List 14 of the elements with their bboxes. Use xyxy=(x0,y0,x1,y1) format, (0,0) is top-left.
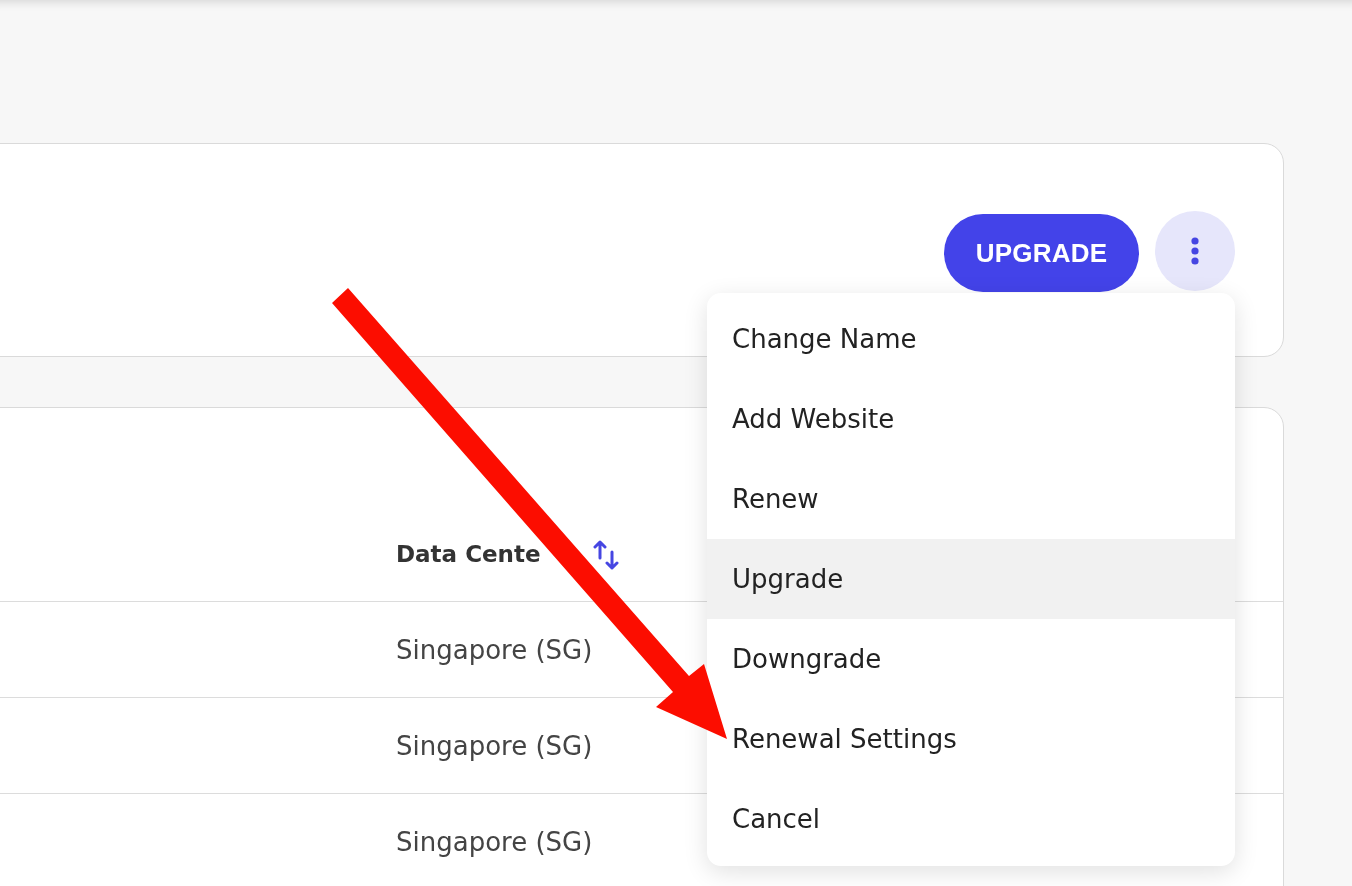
menu-item[interactable]: Add Website xyxy=(707,379,1235,459)
more-icon xyxy=(1191,237,1199,265)
menu-item[interactable]: Renew xyxy=(707,459,1235,539)
sort-icon[interactable] xyxy=(592,538,619,571)
upgrade-button[interactable]: UPGRADE xyxy=(944,214,1139,292)
menu-item[interactable]: Downgrade xyxy=(707,619,1235,699)
table-cell: Singapore (SG) xyxy=(396,730,593,761)
table-cell: Singapore (SG) xyxy=(396,634,593,665)
menu-item[interactable]: Renewal Settings xyxy=(707,699,1235,779)
menu-item[interactable]: Upgrade xyxy=(707,539,1235,619)
column-header[interactable]: Data Cente xyxy=(396,540,541,567)
menu-item[interactable]: Cancel xyxy=(707,779,1235,859)
table-cell: Singapore (SG) xyxy=(396,826,593,857)
menu-item[interactable]: Change Name xyxy=(707,299,1235,379)
